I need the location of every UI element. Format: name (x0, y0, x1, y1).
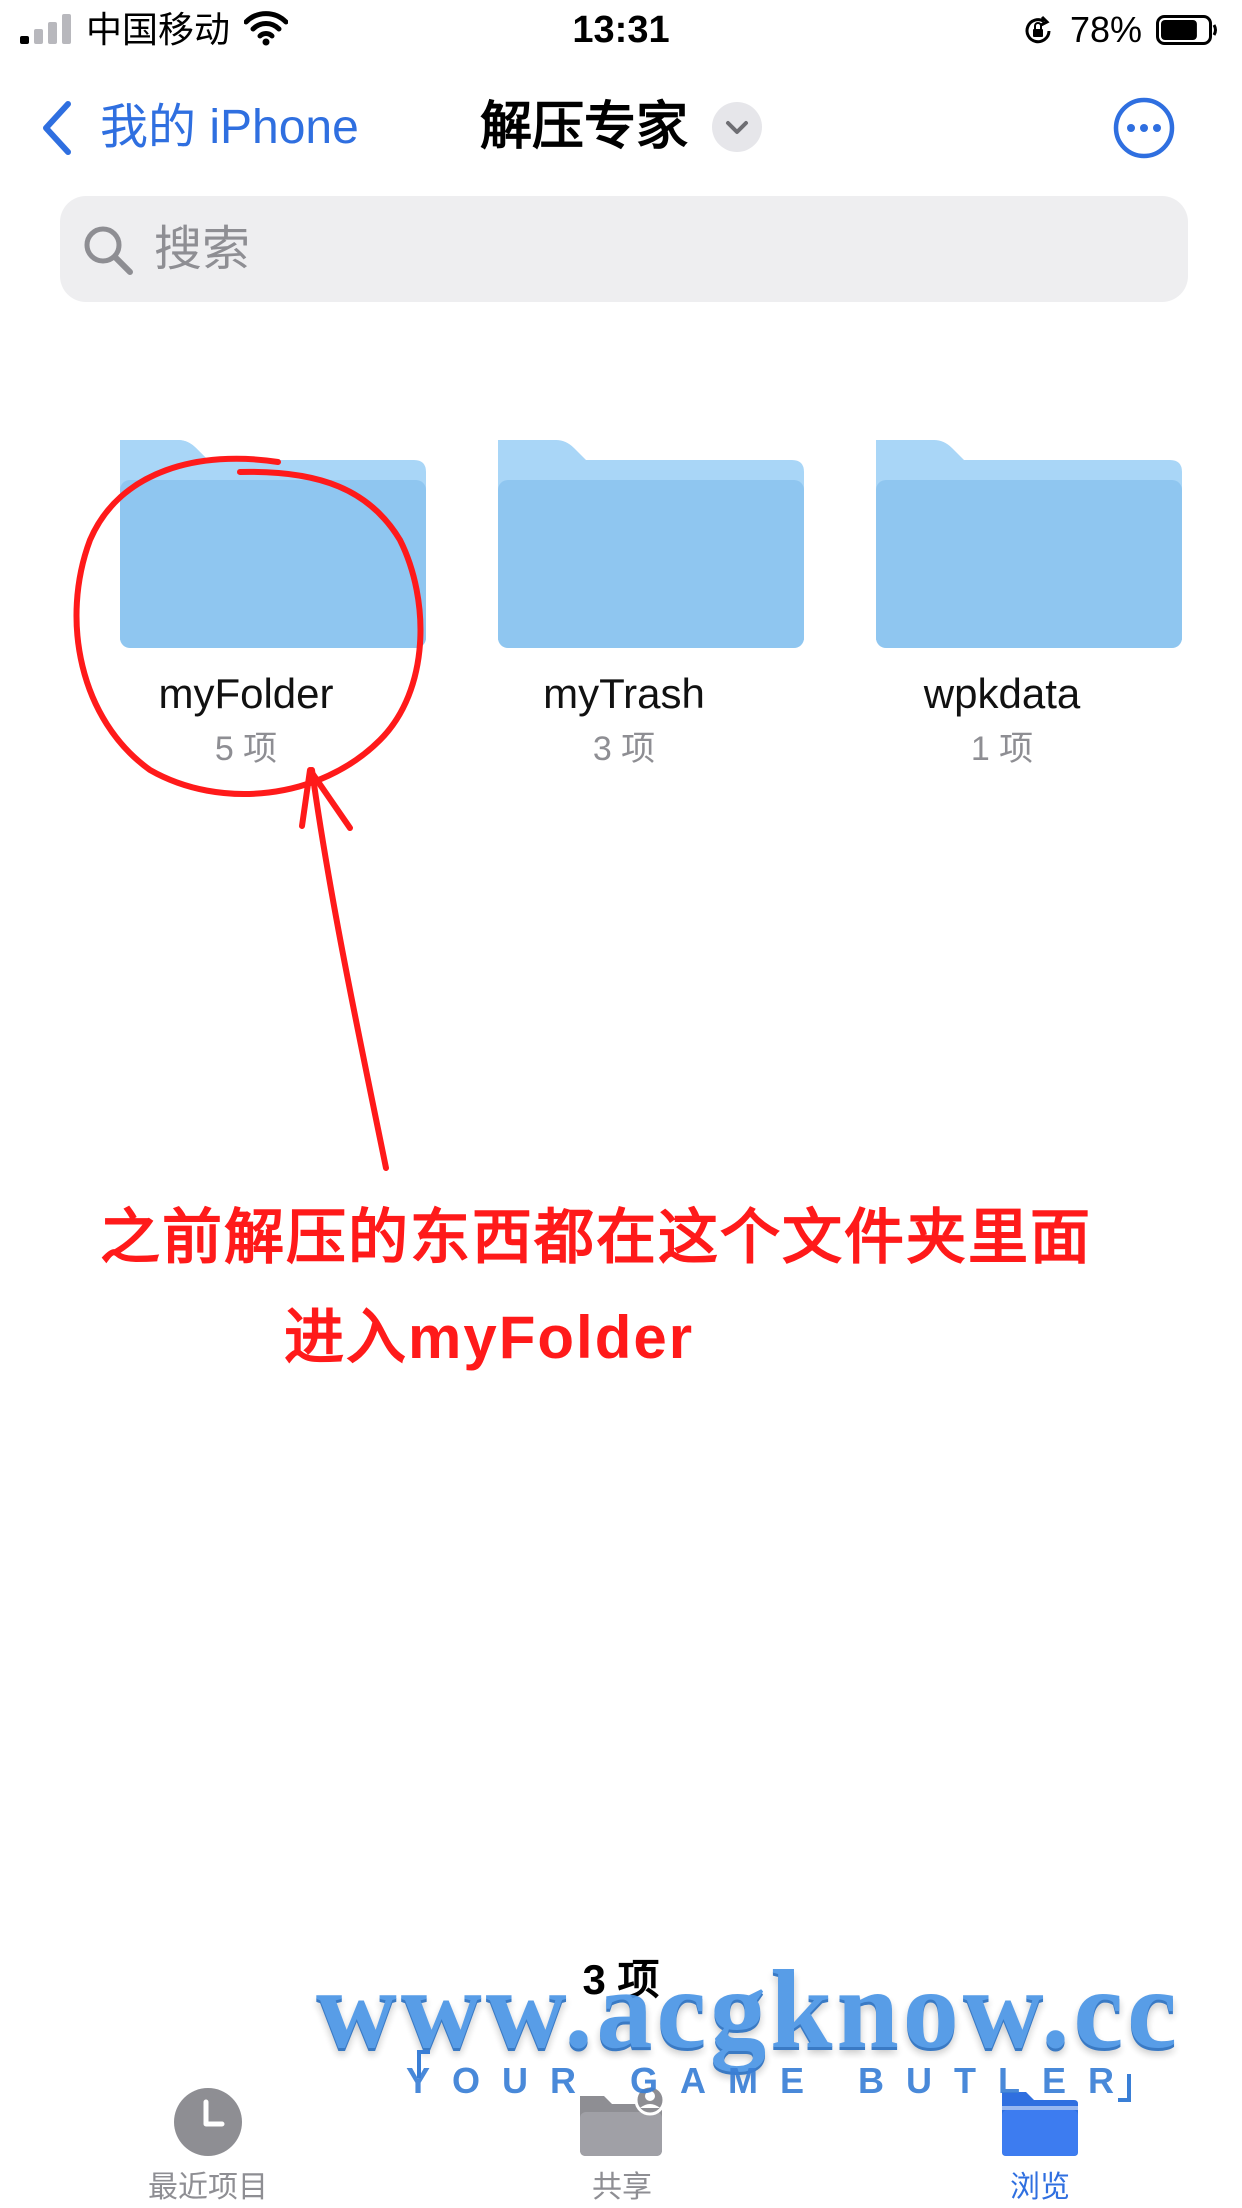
folder-name: myTrash (543, 670, 705, 717)
folder-name: wpkdata (923, 670, 1081, 717)
folder-icon (498, 440, 804, 648)
annotation-arrow (309, 767, 389, 1171)
tab-label: 浏览 (1010, 2171, 1070, 2204)
tab-recents[interactable]: 最近项目 (88, 2086, 328, 2208)
folder-wpkdata[interactable]: wpkdata 1 项 (812, 440, 1192, 780)
folder-item-count: 1 项 (970, 730, 1034, 768)
orientation-lock-icon (1025, 15, 1051, 44)
tab-label: 最近项目 (148, 2171, 268, 2204)
folder-icon (120, 440, 426, 648)
folder-myfolder[interactable]: myFolder 5 项 (56, 440, 436, 780)
watermark-bracket-right (1118, 2074, 1131, 2102)
annotation-drawing (73, 455, 424, 1171)
annotation-text: 进入myFolder (284, 1304, 695, 1371)
more-options-button[interactable] (1112, 96, 1176, 160)
folder-item-count: 5 项 (214, 730, 278, 768)
folder-item-count: 3 项 (592, 730, 656, 768)
search-bar[interactable] (60, 196, 1188, 302)
title-menu-button[interactable] (712, 102, 762, 152)
search-input[interactable] (154, 210, 1154, 288)
chevron-down-icon (726, 121, 748, 134)
tab-label: 共享 (592, 2171, 652, 2204)
tab-browse[interactable]: 浏览 (920, 2086, 1160, 2208)
watermark-url: www.acgknow.cc (316, 1948, 1181, 2072)
folder-name: myFolder (158, 670, 334, 717)
status-bar: 中国移动 13:31 78% (0, 0, 1242, 62)
folder-icon (876, 440, 1182, 648)
search-icon (84, 226, 133, 275)
watermark-slogan: YOUR GAME BUTLER (406, 2060, 1136, 2101)
folder-mytrash[interactable]: myTrash 3 项 (434, 440, 814, 780)
tab-shared[interactable]: 共享 (502, 2086, 742, 2208)
battery-icon (1156, 15, 1217, 45)
annotation-text: 之前解压的东西都在这个文件夹里面 (100, 1204, 1092, 1271)
battery-percentage: 78% (1070, 9, 1143, 50)
clock: 13:31 (572, 9, 670, 51)
back-chevron-icon[interactable] (38, 98, 78, 158)
page-title: 解压专家 (480, 98, 689, 156)
back-button[interactable]: 我的 iPhone (100, 98, 359, 158)
clock-icon (174, 2088, 242, 2156)
